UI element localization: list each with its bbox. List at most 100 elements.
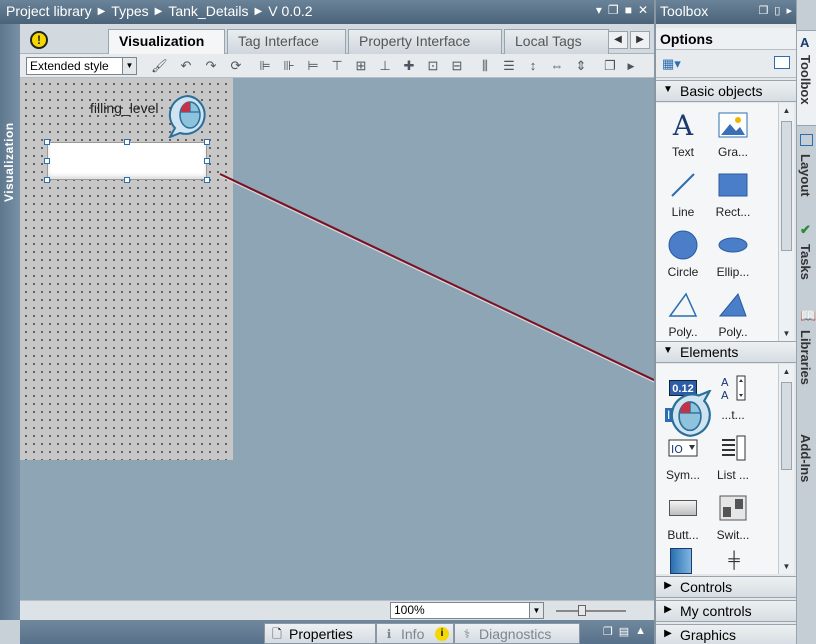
side-tab-add-ins[interactable]: Add-Ins	[797, 418, 816, 514]
chevron-right-icon[interactable]: ▶	[623, 58, 639, 74]
breadcrumb-item[interactable]: Tank_Details	[168, 3, 248, 19]
object-polyline[interactable]: Poly..	[658, 289, 708, 339]
format-painter-icon[interactable]: 🖌	[151, 58, 168, 74]
chevron-left-icon[interactable]: ◀	[608, 31, 628, 49]
object-ellipse[interactable]: Ellip...	[708, 229, 758, 279]
arrange-icon[interactable]: ❐	[602, 58, 618, 74]
object-button[interactable]: Butt...	[658, 492, 708, 542]
same-size-icon[interactable]: ⇕	[573, 58, 589, 74]
section-controls[interactable]: ▶ Controls	[656, 576, 796, 598]
zoom-slider-thumb[interactable]	[578, 605, 586, 616]
side-tab-layout[interactable]: Layout	[797, 130, 816, 216]
align-top-icon[interactable]: ⊤	[329, 58, 345, 74]
close-panel-icon[interactable]: ▸	[786, 4, 792, 17]
tab-visualization[interactable]: Visualization	[108, 29, 225, 55]
minimize-panel-icon[interactable]: ▯	[774, 4, 780, 17]
split-icon[interactable]: ▤	[619, 625, 629, 638]
chevron-right-icon[interactable]: ▶	[630, 31, 650, 49]
options-label: Options	[660, 31, 713, 47]
chevron-down-icon[interactable]: ▼	[529, 603, 543, 618]
section-my-controls[interactable]: ▶ My controls	[656, 600, 796, 622]
section-graphics[interactable]: ▶ Graphics	[656, 624, 796, 644]
align-bottom-icon[interactable]: ⊥	[377, 58, 393, 74]
object-graphic[interactable]: Gra...	[708, 109, 758, 159]
object-text[interactable]: A Text	[658, 109, 708, 160]
basic-objects-scrollbar[interactable]: ▲ ▼	[778, 103, 794, 341]
section-elements[interactable]: ▼ Elements	[656, 341, 796, 363]
object-polygon[interactable]: Poly..	[708, 289, 758, 339]
list-box-icon	[717, 432, 749, 464]
object-list-box[interactable]: List ...	[708, 432, 758, 482]
tab-properties[interactable]: 🗋 Properties	[264, 623, 376, 644]
tab-label: Info	[401, 626, 425, 642]
side-tab-label: Visualization	[2, 122, 16, 202]
align-center-icon[interactable]: ⊪	[281, 58, 297, 74]
rotate-left-icon[interactable]: ↶	[178, 58, 194, 74]
scroll-down-icon[interactable]: ▼	[779, 326, 794, 341]
scroll-up-icon[interactable]: ▲	[779, 364, 794, 379]
object-circle[interactable]: Circle	[658, 229, 708, 279]
center-horizontal-icon[interactable]: ⊡	[425, 58, 441, 74]
scroll-up-icon[interactable]: ▲	[779, 103, 794, 118]
section-title: Controls	[680, 579, 733, 595]
same-width-icon[interactable]: ⇔	[549, 58, 565, 74]
same-height-icon[interactable]: ↕	[525, 58, 541, 74]
slider-tool-icon[interactable]: ╪	[722, 550, 746, 572]
distribute-vertical-icon[interactable]: ☰	[501, 58, 517, 74]
elements-scrollbar[interactable]: ▲ ▼	[778, 364, 794, 574]
breadcrumb-item[interactable]: V 0.0.2	[268, 3, 312, 19]
drag-connector-line	[219, 173, 654, 383]
tab-property-interface[interactable]: Property Interface	[348, 29, 502, 54]
object-graphic-io-field[interactable]: AA ...t...	[708, 372, 758, 422]
flip-icon[interactable]: ⟳	[228, 58, 244, 74]
warning-icon[interactable]: !	[30, 31, 48, 49]
object-line[interactable]: Line	[658, 169, 708, 219]
distribute-horizontal-icon[interactable]: ⫼	[477, 58, 493, 74]
chevron-down-icon[interactable]: ▼	[122, 58, 136, 74]
align-right-icon[interactable]: ⊨	[305, 58, 321, 74]
scroll-down-icon[interactable]: ▼	[779, 559, 794, 574]
restore-icon[interactable]: ❐	[603, 625, 613, 638]
style-select[interactable]: Extended style ▼	[26, 57, 137, 75]
object-switch[interactable]: Swit...	[708, 492, 758, 542]
close-icon[interactable]: ✕	[638, 3, 648, 17]
visualization-side-tab[interactable]: Visualization	[0, 24, 20, 620]
minimize-icon[interactable]: ▾	[596, 3, 602, 17]
section-basic-objects[interactable]: ▼ Basic objects	[656, 80, 796, 102]
tab-diagnostics[interactable]: ⚕ Diagnostics	[454, 623, 580, 644]
bar-tool-icon[interactable]	[670, 548, 692, 574]
svg-text:IO: IO	[671, 443, 683, 456]
object-symbolic-io-field[interactable]: IO Sym...	[658, 432, 708, 482]
float-icon[interactable]: ❐	[759, 4, 769, 17]
zoom-select[interactable]: 100% ▼	[390, 602, 544, 619]
align-left-icon[interactable]: ⊫	[257, 58, 273, 74]
breadcrumb-item[interactable]: Types	[111, 3, 148, 19]
tab-tag-interface[interactable]: Tag Interface	[227, 29, 346, 54]
scroll-thumb[interactable]	[781, 121, 792, 251]
tab-label: Tag Interface	[238, 33, 319, 49]
chevron-right-icon: ▶	[664, 628, 672, 639]
chevron-right-icon: ▶	[664, 604, 672, 615]
screen-canvas[interactable]: filling_level	[20, 78, 654, 600]
switch-tool-icon	[717, 492, 749, 524]
options-header[interactable]: Options	[656, 28, 796, 50]
object-rectangle[interactable]: Rect...	[708, 169, 758, 219]
breadcrumb-separator-icon: ▶	[254, 5, 263, 17]
align-middle-icon[interactable]: ⊞	[353, 58, 369, 74]
breadcrumb-item[interactable]: Project library	[6, 3, 92, 19]
side-tab-toolbox[interactable]: A Toolbox	[797, 30, 816, 126]
collapse-up-icon[interactable]: ▲	[635, 625, 646, 638]
zoom-slider[interactable]	[556, 605, 626, 616]
rotate-icon[interactable]: ↷	[203, 58, 219, 74]
tab-local-tags[interactable]: Local Tags	[504, 29, 609, 54]
side-tab-tasks[interactable]: ✔ Tasks	[797, 220, 816, 304]
center-icon[interactable]: ✚	[401, 58, 417, 74]
view-mode-icon[interactable]: ▦▾	[662, 56, 681, 72]
side-tab-libraries[interactable]: 📖 Libraries	[797, 306, 816, 414]
center-vertical-icon[interactable]: ⊟	[449, 58, 465, 74]
scroll-thumb[interactable]	[781, 382, 792, 470]
maximize-icon[interactable]: ■	[625, 3, 632, 17]
window-icon[interactable]	[774, 56, 790, 69]
restore-icon[interactable]: ❐	[608, 3, 619, 17]
tab-info[interactable]: ℹ Info i	[376, 623, 454, 644]
